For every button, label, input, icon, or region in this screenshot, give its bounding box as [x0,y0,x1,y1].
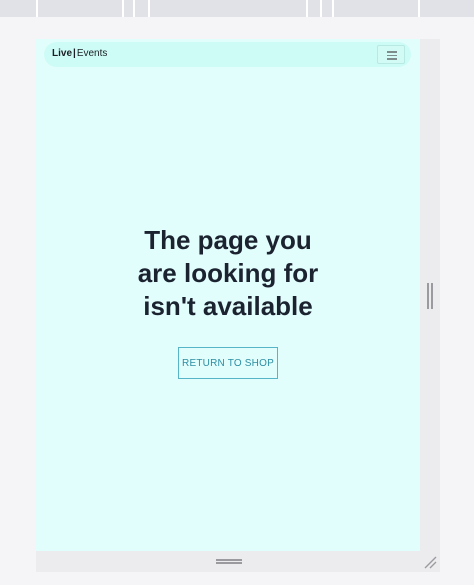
horizontal-resize-handle-icon[interactable] [216,559,242,564]
hamburger-menu-icon [387,54,397,56]
hamburger-menu-icon [387,58,397,60]
ruler-tick [133,0,135,17]
page-title-line: The page you [144,225,312,255]
ruler-tick [36,0,38,17]
brand-secondary: Events [76,48,108,59]
corner-resize-grip-icon[interactable] [423,555,437,569]
ruler-tick [418,0,420,17]
page-title-line: isn't available [143,291,313,321]
ruler-tick [306,0,308,17]
device-ruler [0,0,474,17]
vertical-resize-handle-icon[interactable] [427,283,433,309]
brand-logo[interactable]: Live|Events [52,48,107,59]
page-title: The page you are looking for isn't avail… [118,224,338,323]
hamburger-menu-icon [387,51,397,53]
ruler-tick [148,0,150,17]
hamburger-menu-button[interactable] [377,45,405,64]
page-title-line: are looking for [137,258,319,288]
return-to-shop-button[interactable]: RETURN TO SHOP [178,347,278,379]
ruler-tick [122,0,124,17]
page-viewport: Live|Events The page you are looking for… [36,39,420,551]
navbar: Live|Events [44,42,411,67]
brand-primary: Live [52,48,73,59]
ruler-tick [320,0,322,17]
ruler-tick [332,0,334,17]
